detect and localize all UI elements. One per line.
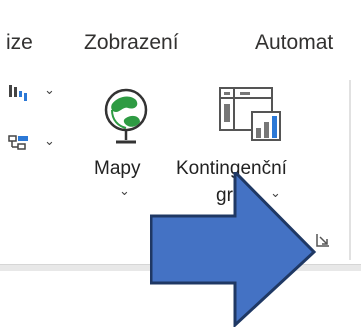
annotation-arrow-icon [150,172,317,327]
chevron-down-icon: ⌄ [119,183,130,198]
tab-zobrazeni[interactable]: Zobrazení [84,31,179,55]
tab-automat[interactable]: Automat [255,31,333,55]
column-chart-small-icon [9,85,27,101]
chart-type-small-button-1[interactable]: ⌄ [8,82,62,106]
ribbon-tab-bar: ize Zobrazení Automat [0,0,361,80]
ribbon-group-separator [349,80,351,260]
hierarchy-chart-small-icon [8,135,28,150]
chevron-down-icon: ⌄ [44,82,55,97]
tab-partial-left[interactable]: ize [6,31,33,55]
pivot-chart-icon [219,87,281,141]
globe-icon [104,88,148,144]
chevron-down-icon: ⌄ [44,133,55,148]
chart-type-small-button-2[interactable]: ⌄ [8,133,62,157]
maps-label: Mapy [94,158,141,179]
